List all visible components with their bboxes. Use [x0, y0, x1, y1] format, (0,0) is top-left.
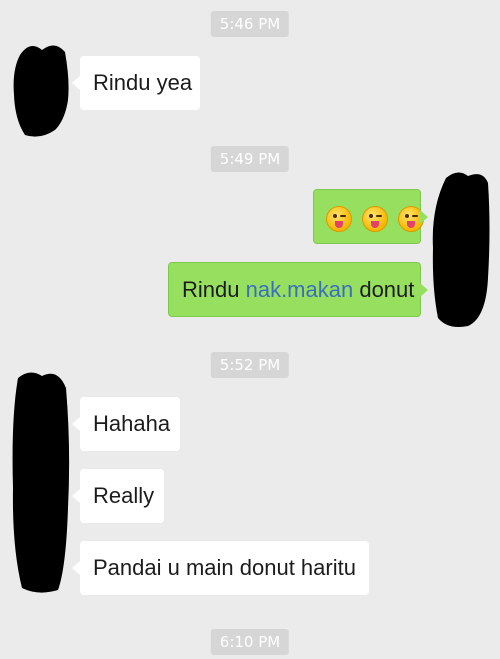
winking-tongue-face-icon: [398, 206, 425, 233]
message-bubble[interactable]: Rindu yea: [72, 56, 200, 110]
redacted-avatar[interactable]: [10, 40, 70, 140]
message-link[interactable]: nak.makan: [246, 277, 354, 302]
message-text: Pandai u main donut haritu: [93, 555, 356, 580]
redacted-avatar[interactable]: [8, 368, 72, 596]
timestamp: 5:46 PM: [210, 11, 290, 37]
message-bubble[interactable]: Rindu nak.makan donut: [168, 262, 428, 317]
message-bubble[interactable]: Pandai u main donut haritu: [72, 541, 369, 595]
winking-tongue-face-icon: [326, 206, 352, 233]
timestamp: 6:10 PM: [210, 629, 290, 655]
winking-tongue-face-icon: [362, 206, 389, 233]
timestamp: 5:49 PM: [210, 146, 290, 172]
message-text: Rindu yea: [93, 70, 193, 95]
message-text: Rindu: [182, 277, 246, 302]
redacted-avatar[interactable]: [428, 168, 492, 330]
timestamp: 5:52 PM: [210, 352, 290, 378]
message-bubble[interactable]: Hahaha: [72, 397, 180, 451]
message-text: Really: [93, 483, 155, 508]
message-text: Hahaha: [93, 411, 171, 436]
message-text: donut: [353, 277, 415, 302]
message-bubble[interactable]: Really: [72, 469, 164, 523]
message-bubble-emoji[interactable]: [313, 189, 428, 244]
